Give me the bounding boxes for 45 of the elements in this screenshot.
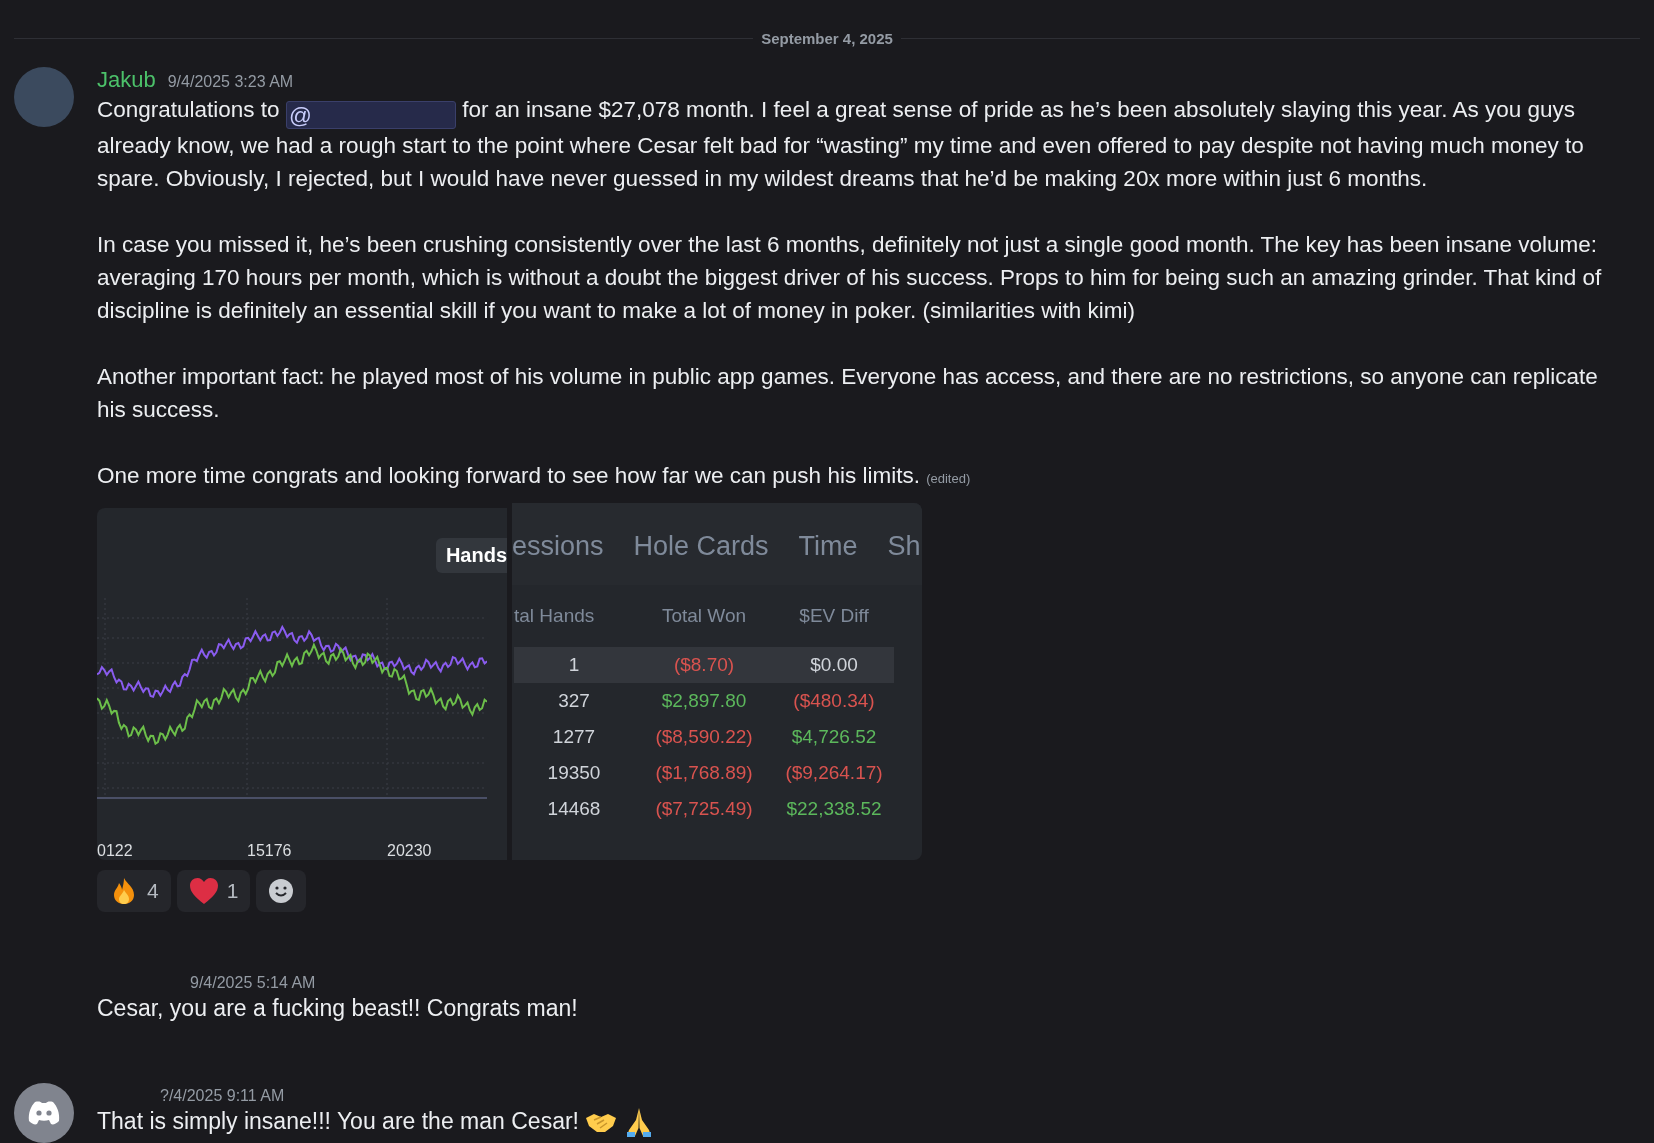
date-divider: September 4, 2025 (761, 30, 893, 47)
heart-icon (188, 877, 219, 905)
table-cell-text: $2,897.80 (660, 689, 748, 713)
message-text: One more time congrats and looking forward to see how far we can push his limits. (edited) (97, 462, 972, 490)
add-reaction-icon (268, 878, 295, 904)
hands-button[interactable]: Hands (435, 538, 507, 573)
table-cell-text: 327 (557, 689, 591, 713)
reaction-button[interactable]: 4 (97, 870, 171, 912)
user-mention[interactable]: @ (285, 101, 456, 129)
table-cell: $0.00 (774, 647, 894, 683)
tab-label: Hole Cards (633, 530, 769, 562)
axis-label: 0122 (97, 842, 133, 860)
reaction-button[interactable]: 1 (176, 870, 251, 912)
timestamp: ?/4/2025 9:11 AM (160, 1087, 285, 1105)
table-cell-text: ($9,264.17) (784, 761, 884, 785)
axis-label: 15176 (247, 842, 292, 860)
table-cell-text: 19350 (546, 761, 602, 785)
table-cell-text: ($7,725.49) (654, 797, 754, 821)
table-cell-text: 1277 (551, 725, 597, 749)
column-header: tal Hands (514, 604, 596, 628)
message-text: Cesar, you are a fucking beast!! Congrats man! (97, 994, 578, 1023)
axis-label: 20230 (387, 842, 432, 860)
reaction-button[interactable] (256, 870, 307, 912)
message-text: Another important fact: he played most of his volume in public app games. Everyone has access, and there are no restrictions, so anyone can replicate his success. (97, 363, 1599, 424)
message-text: In case you missed it, he’s been crushing consistently over the last 6 months, definitely not just a single good month. The key has been insane volume: averaging 170 hours per month, which is without a doubt the biggest driver of his success. Props to him for being such an amazing grinder. That kind of discipline is definitely an essential skill if you want to make a lot of money in poker. (similarities with kimi) (97, 231, 1603, 325)
tab-label: essions (512, 530, 604, 562)
column-header: $EV Diff (798, 604, 870, 628)
table-cell: ($8.70) (634, 647, 774, 683)
table-cell: 1 (514, 647, 634, 683)
message-text: Congratulations to @ for an insane $27,078 month. I feel a great sense of pride as he’s been absolutely slaying this year. As you guys already know, we had a rough start to the point where Cesar felt bad for “wasting” my time and even offered to pay despite not having much money to spare. Obviously, I rejected, but I would have never guessed in my wildest dreams that he’d be making 20x more within just 6 months. (97, 96, 1585, 193)
table-cell-text: 14468 (546, 797, 602, 821)
timestamp: 9/4/2025 5:14 AM (190, 974, 316, 992)
table-cell-text: ($1,768.89) (654, 761, 754, 785)
table-cell-text: $22,338.52 (785, 797, 883, 821)
table-cell-text: $4,726.52 (790, 725, 878, 749)
table-cell-text: ($8,590.22) (654, 725, 754, 749)
column-header: Total Won (660, 604, 748, 628)
message-text: That is simply insane!!! You are the man Cesar! (97, 1107, 579, 1136)
username[interactable]: Jakub (97, 67, 156, 93)
tab-label: Sh (887, 530, 921, 562)
game-controller-icon (27, 1100, 61, 1126)
default-avatar[interactable] (14, 1083, 74, 1143)
timestamp: 9/4/2025 3:23 AM (167, 73, 294, 91)
table-cell-text: ($480.34) (792, 689, 876, 713)
tab-label: Time (798, 530, 858, 562)
